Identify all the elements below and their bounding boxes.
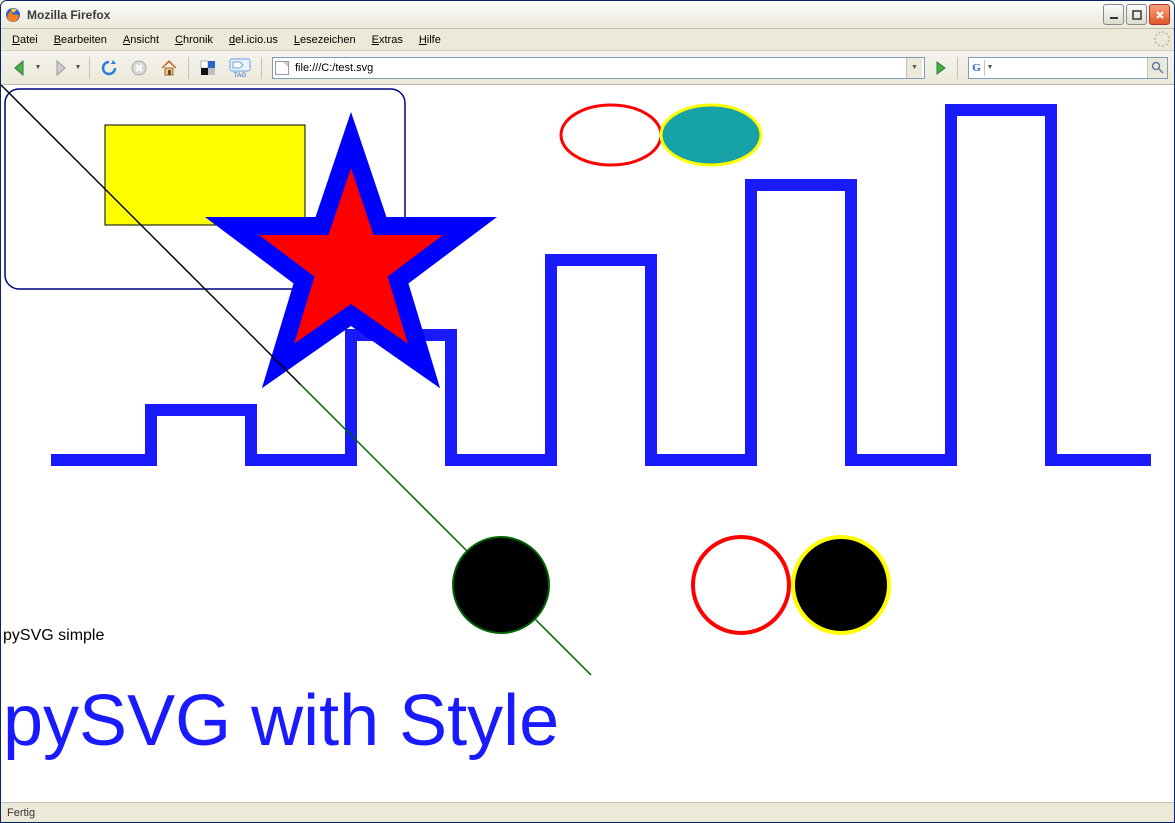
window-minimize-button[interactable] [1103, 4, 1124, 25]
reload-button[interactable] [96, 55, 122, 81]
search-input[interactable] [995, 59, 1147, 77]
circle-black-yellow [793, 537, 889, 633]
page-icon [275, 61, 289, 75]
firefox-icon [5, 7, 21, 23]
forward-dropdown[interactable]: ▼ [73, 55, 83, 81]
toolbar-separator [89, 57, 90, 79]
menu-bookmarks[interactable]: Lesezeichen [287, 32, 363, 48]
stop-button[interactable] [126, 55, 152, 81]
back-button[interactable] [7, 55, 33, 81]
ellipse-outline-red [561, 105, 661, 165]
circle-black-green [453, 537, 549, 633]
menu-delicious[interactable]: del.icio.us [222, 32, 285, 48]
address-dropdown[interactable]: ▼ [906, 58, 922, 78]
window-title: Mozilla Firefox [27, 8, 1103, 22]
svg-document: pySVG simple pySVG with Style [1, 85, 1174, 802]
svg-text-small: pySVG simple [3, 627, 104, 644]
circle-outline-red [693, 537, 789, 633]
navigation-toolbar: ▼ ▼ [1, 51, 1174, 85]
menu-file[interactable]: Datei [5, 32, 45, 48]
search-bar[interactable]: G ▼ [968, 57, 1168, 79]
go-button[interactable] [931, 58, 951, 78]
window-titlebar: Mozilla Firefox [1, 1, 1174, 29]
toolbar-separator [261, 57, 262, 79]
menu-history[interactable]: Chronik [168, 32, 220, 48]
browser-content: pySVG simple pySVG with Style [1, 85, 1174, 802]
status-text: Fertig [7, 807, 35, 819]
search-engine-dropdown[interactable]: ▼ [985, 64, 995, 71]
window-close-button[interactable] [1149, 4, 1170, 25]
home-button[interactable] [156, 55, 182, 81]
toolbar-separator [188, 57, 189, 79]
yellow-rect [105, 125, 305, 225]
menu-help[interactable]: Hilfe [412, 32, 448, 48]
search-engine-icon[interactable]: G [969, 60, 985, 76]
delicious-button[interactable] [195, 55, 221, 81]
tag-button[interactable]: TAG [225, 55, 255, 81]
window-maximize-button[interactable] [1126, 4, 1147, 25]
svg-text:TAG: TAG [234, 72, 247, 79]
search-go-button[interactable] [1147, 58, 1167, 78]
address-bar[interactable]: ▼ [272, 57, 925, 79]
menu-bar: Datei Bearbeiten Ansicht Chronik del.ici… [1, 29, 1174, 51]
url-input[interactable] [293, 59, 906, 77]
menu-edit[interactable]: Bearbeiten [47, 32, 114, 48]
status-bar: Fertig [1, 802, 1174, 822]
throbber-icon [1154, 31, 1170, 47]
svg-text-large: pySVG with Style [3, 681, 559, 761]
toolbar-separator [957, 57, 958, 79]
ellipse-teal [661, 105, 761, 165]
back-dropdown[interactable]: ▼ [33, 55, 43, 81]
menu-view[interactable]: Ansicht [116, 32, 166, 48]
forward-button[interactable] [47, 55, 73, 81]
menu-extras[interactable]: Extras [365, 32, 410, 48]
